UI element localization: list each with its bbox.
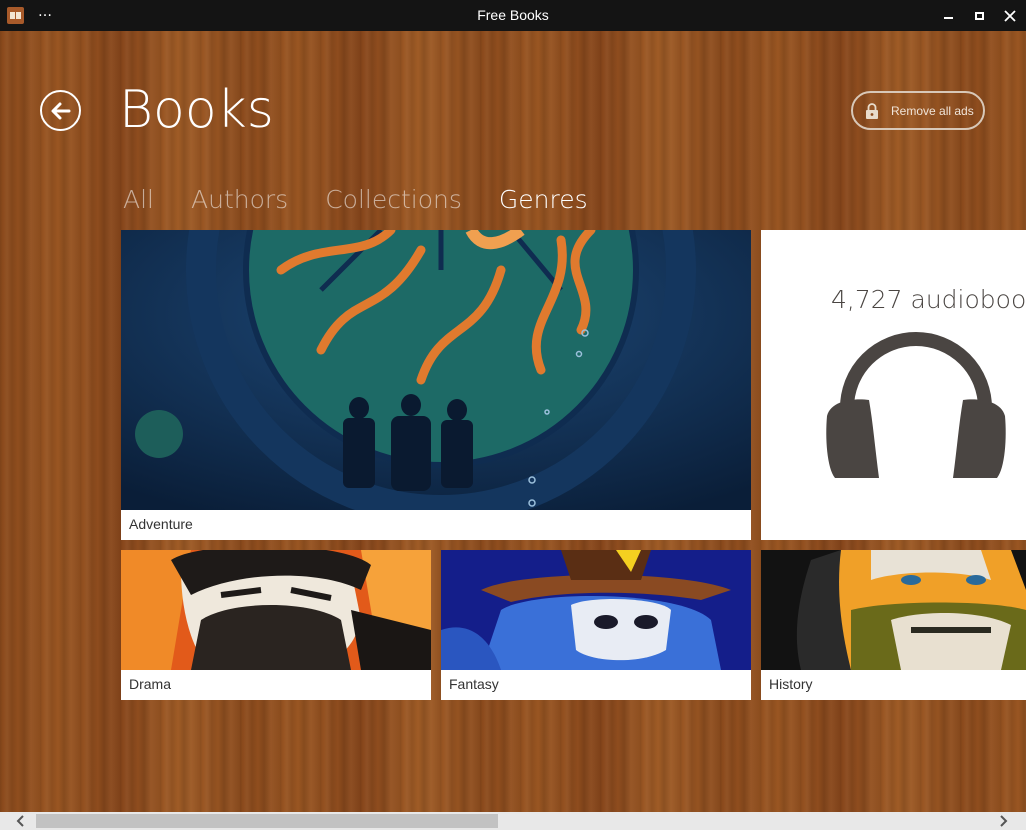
genre-label-adventure: Adventure bbox=[121, 510, 751, 540]
scroll-thumb[interactable] bbox=[36, 814, 498, 828]
back-button[interactable] bbox=[40, 90, 81, 131]
tab-genres[interactable]: Genres bbox=[499, 185, 588, 214]
back-arrow-icon bbox=[51, 102, 70, 119]
headphones-icon bbox=[826, 332, 1006, 478]
maximize-button[interactable] bbox=[964, 0, 994, 31]
fantasy-cover-art bbox=[441, 550, 751, 670]
genre-tile-drama[interactable]: Drama bbox=[121, 550, 431, 700]
page-title: Books bbox=[119, 80, 274, 140]
maximize-icon bbox=[974, 11, 984, 20]
audiobooks-count: 4,727 audiobooks bbox=[831, 285, 1026, 314]
window-title: Free Books bbox=[477, 7, 549, 23]
adventure-cover-art bbox=[121, 230, 751, 510]
scroll-left-icon[interactable] bbox=[14, 815, 28, 827]
genre-label-history: History bbox=[761, 670, 1026, 700]
tab-all[interactable]: All bbox=[123, 185, 154, 214]
lock-icon bbox=[866, 102, 878, 119]
audiobooks-tile[interactable]: 4,727 audiobooks bbox=[761, 230, 1026, 540]
minimize-button[interactable] bbox=[933, 0, 963, 31]
remove-ads-button[interactable]: Remove all ads bbox=[851, 91, 985, 130]
title-bar: … Free Books bbox=[0, 0, 1026, 31]
close-button[interactable] bbox=[995, 0, 1025, 31]
scroll-right-icon[interactable] bbox=[996, 815, 1010, 827]
pivot-tabs: All Authors Collections Genres bbox=[123, 185, 625, 214]
tab-authors[interactable]: Authors bbox=[191, 185, 288, 214]
genre-label-fantasy: Fantasy bbox=[441, 670, 751, 700]
genre-tile-fantasy[interactable]: Fantasy bbox=[441, 550, 751, 700]
genre-label-drama: Drama bbox=[121, 670, 431, 700]
genre-tile-adventure[interactable]: Adventure bbox=[121, 230, 751, 540]
close-icon bbox=[1004, 9, 1016, 22]
remove-ads-label: Remove all ads bbox=[891, 103, 974, 118]
horizontal-scrollbar[interactable] bbox=[0, 812, 1026, 830]
genre-tile-history[interactable]: History bbox=[761, 550, 1026, 700]
history-cover-art bbox=[761, 550, 1026, 670]
minimize-icon bbox=[943, 16, 953, 19]
drama-cover-art bbox=[121, 550, 431, 670]
tab-collections[interactable]: Collections bbox=[325, 185, 462, 214]
